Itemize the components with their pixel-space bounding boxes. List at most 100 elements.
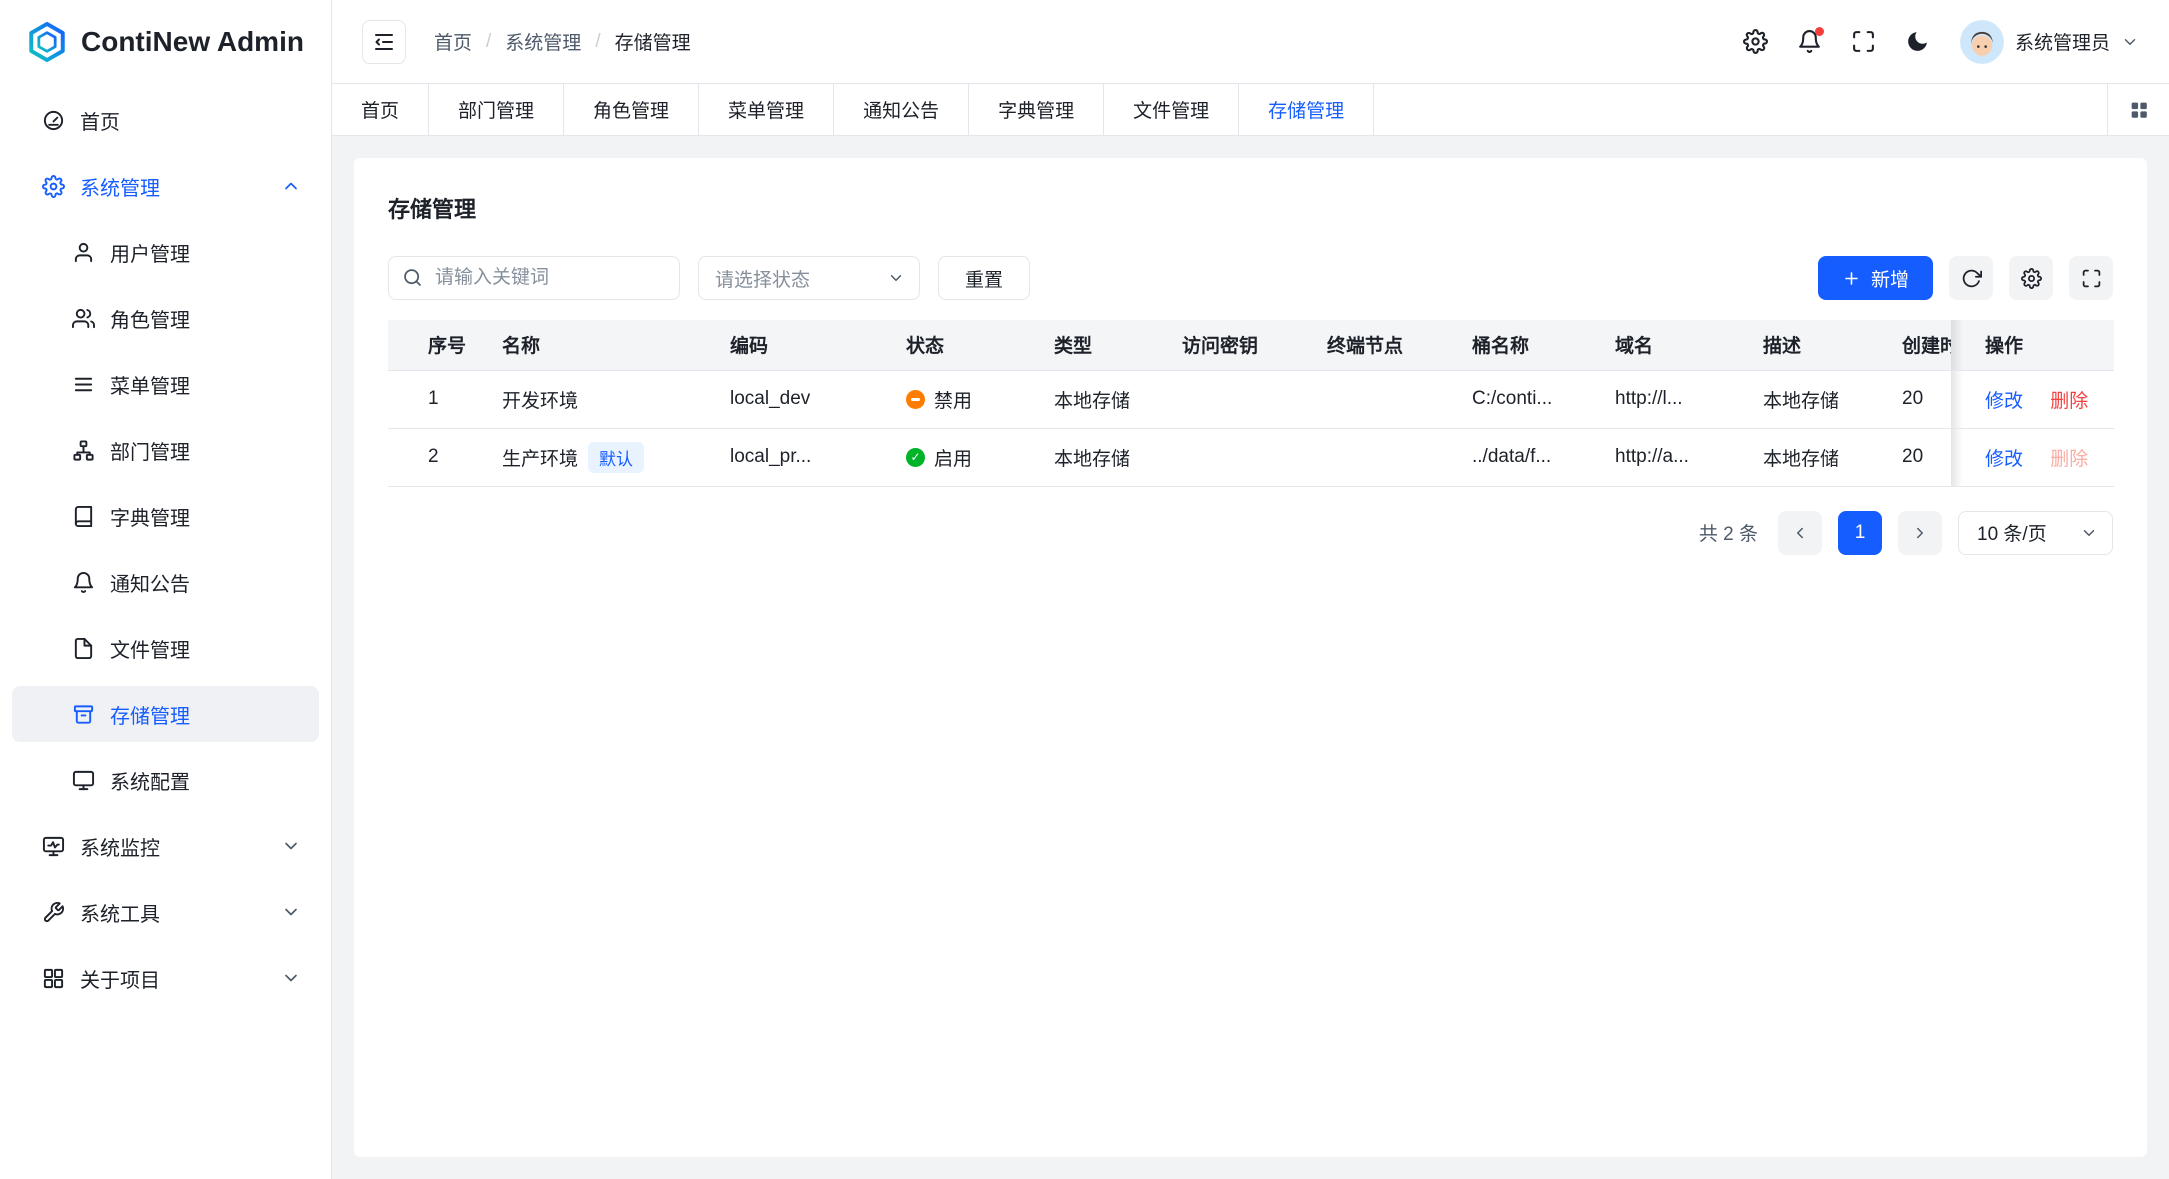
sidebar-collapse-button[interactable] [362, 20, 406, 64]
storage-card: 存储管理 请选择状态 重置 [354, 158, 2147, 1157]
col-domain: 域名 [1591, 320, 1739, 370]
cell-code: local_dev [706, 370, 882, 428]
fullscreen-icon [2081, 268, 2102, 289]
tab-dictionary-management[interactable]: 字典管理 [969, 84, 1104, 135]
reset-button[interactable]: 重置 [938, 256, 1030, 300]
app-title: ContiNew Admin [81, 26, 304, 58]
sidebar-nav: 首页 系统管理 用户管理 角色 [0, 84, 331, 1179]
sidebar-item-notifications[interactable]: 通知公告 [12, 554, 319, 610]
sidebar-item-label: 菜单管理 [110, 370, 190, 399]
sidebar-item-label: 关于项目 [80, 964, 160, 993]
chevron-down-icon [281, 836, 301, 856]
sidebar-item-label: 部门管理 [110, 436, 190, 465]
table-row: 1 开发环境 local_dev 禁用 本地存储 [388, 370, 2114, 428]
settings-button[interactable] [1734, 20, 1778, 64]
breadcrumb-home[interactable]: 首页 [434, 28, 472, 55]
sidebar-item-user-management[interactable]: 用户管理 [12, 224, 319, 280]
cell-type: 本地存储 [1030, 428, 1158, 486]
storage-table: 序号 名称 编码 状态 类型 访问密钥 终端节点 桶名称 域名 描述 创建时间 [388, 320, 2113, 487]
chevron-left-icon [1791, 524, 1809, 542]
page-1-button[interactable]: 1 [1838, 511, 1882, 555]
table-fullscreen-button[interactable] [2069, 256, 2113, 300]
page-content: 存储管理 请选择状态 重置 [332, 136, 2169, 1179]
org-tree-icon [72, 439, 95, 462]
col-bucket: 桶名称 [1448, 320, 1591, 370]
tab-notifications[interactable]: 通知公告 [834, 84, 969, 135]
tab-storage-management[interactable]: 存储管理 [1239, 84, 1374, 135]
table-row: 2 生产环境 默认 local_pr... [388, 428, 2114, 486]
edit-link[interactable]: 修改 [1985, 449, 2023, 470]
sidebar-item-role-management[interactable]: 角色管理 [12, 290, 319, 346]
logo-area[interactable]: ContiNew Admin [0, 0, 331, 84]
user-menu[interactable]: 系统管理员 [1960, 20, 2139, 64]
storage-name: 生产环境 [502, 444, 578, 471]
search-icon [402, 267, 423, 288]
plus-icon [1842, 269, 1861, 288]
tab-actions-button[interactable] [2107, 84, 2169, 135]
tab-menu-management[interactable]: 菜单管理 [699, 84, 834, 135]
toolbar: 请选择状态 重置 新增 [388, 256, 2113, 300]
cell-endpoint [1303, 370, 1448, 428]
sidebar-item-file-management[interactable]: 文件管理 [12, 620, 319, 676]
cell-endpoint [1303, 428, 1448, 486]
sidebar-item-about-project[interactable]: 关于项目 [12, 950, 319, 1006]
gear-icon [42, 175, 65, 198]
tab-role-management[interactable]: 角色管理 [564, 84, 699, 135]
edit-link[interactable]: 修改 [1985, 391, 2023, 412]
add-button[interactable]: 新增 [1818, 256, 1933, 300]
status-select-placeholder: 请选择状态 [715, 265, 810, 292]
app-logo-icon [26, 21, 68, 63]
col-no: 序号 [388, 320, 478, 370]
cell-description: 本地存储 [1739, 428, 1878, 486]
sidebar-item-dictionary-management[interactable]: 字典管理 [12, 488, 319, 544]
sidebar-item-label: 系统监控 [80, 832, 160, 861]
fullscreen-button[interactable] [1842, 20, 1886, 64]
sidebar-item-label: 通知公告 [110, 568, 190, 597]
col-type: 类型 [1030, 320, 1158, 370]
col-description: 描述 [1739, 320, 1878, 370]
search-input[interactable] [388, 256, 680, 300]
status-label: 启用 [934, 444, 972, 471]
sidebar-item-system-monitoring[interactable]: 系统监控 [12, 818, 319, 874]
tab-file-management[interactable]: 文件管理 [1104, 84, 1239, 135]
sidebar-item-menu-management[interactable]: 菜单管理 [12, 356, 319, 412]
prev-page-button[interactable] [1778, 511, 1822, 555]
sidebar-item-storage-management[interactable]: 存储管理 [12, 686, 319, 742]
cell-status: 禁用 [882, 370, 1030, 428]
notifications-button[interactable] [1788, 20, 1832, 64]
col-actions: 操作 [1951, 320, 2114, 370]
next-page-button[interactable] [1898, 511, 1942, 555]
sidebar-item-system-management[interactable]: 系统管理 [12, 158, 319, 214]
table-settings-button[interactable] [2009, 256, 2053, 300]
breadcrumb-separator: / [595, 31, 600, 53]
sidebar-item-system-config[interactable]: 系统配置 [12, 752, 319, 808]
file-icon [72, 637, 95, 660]
cell-description: 本地存储 [1739, 370, 1878, 428]
sidebar-item-system-tools[interactable]: 系统工具 [12, 884, 319, 940]
pagination-total: 共 2 条 [1699, 519, 1758, 546]
tab-home[interactable]: 首页 [332, 84, 429, 135]
sidebar-item-label: 系统工具 [80, 898, 160, 927]
col-endpoint: 终端节点 [1303, 320, 1448, 370]
cell-no: 1 [388, 370, 478, 428]
gear-icon [1743, 29, 1768, 54]
tab-department-management[interactable]: 部门管理 [429, 84, 564, 135]
pagination: 共 2 条 1 10 条/页 [388, 511, 2113, 555]
sidebar-item-home[interactable]: 首页 [12, 92, 319, 148]
moon-icon [1905, 29, 1930, 54]
sidebar-item-department-management[interactable]: 部门管理 [12, 422, 319, 478]
cell-actions: 修改 删除 [1951, 428, 2114, 486]
breadcrumb-system-management[interactable]: 系统管理 [505, 28, 581, 55]
cell-status: 启用 [882, 428, 1030, 486]
cell-bucket: C:/conti... [1448, 370, 1591, 428]
dark-mode-button[interactable] [1896, 20, 1940, 64]
toolbar-right: 新增 [1818, 256, 2113, 300]
menu-fold-icon [372, 30, 396, 54]
sidebar-item-label: 角色管理 [110, 304, 190, 333]
refresh-button[interactable] [1949, 256, 1993, 300]
delete-link[interactable]: 删除 [2050, 391, 2088, 412]
page-size-select[interactable]: 10 条/页 [1958, 511, 2113, 555]
col-status: 状态 [882, 320, 1030, 370]
status-select[interactable]: 请选择状态 [698, 256, 920, 300]
chevron-down-icon [887, 269, 905, 287]
